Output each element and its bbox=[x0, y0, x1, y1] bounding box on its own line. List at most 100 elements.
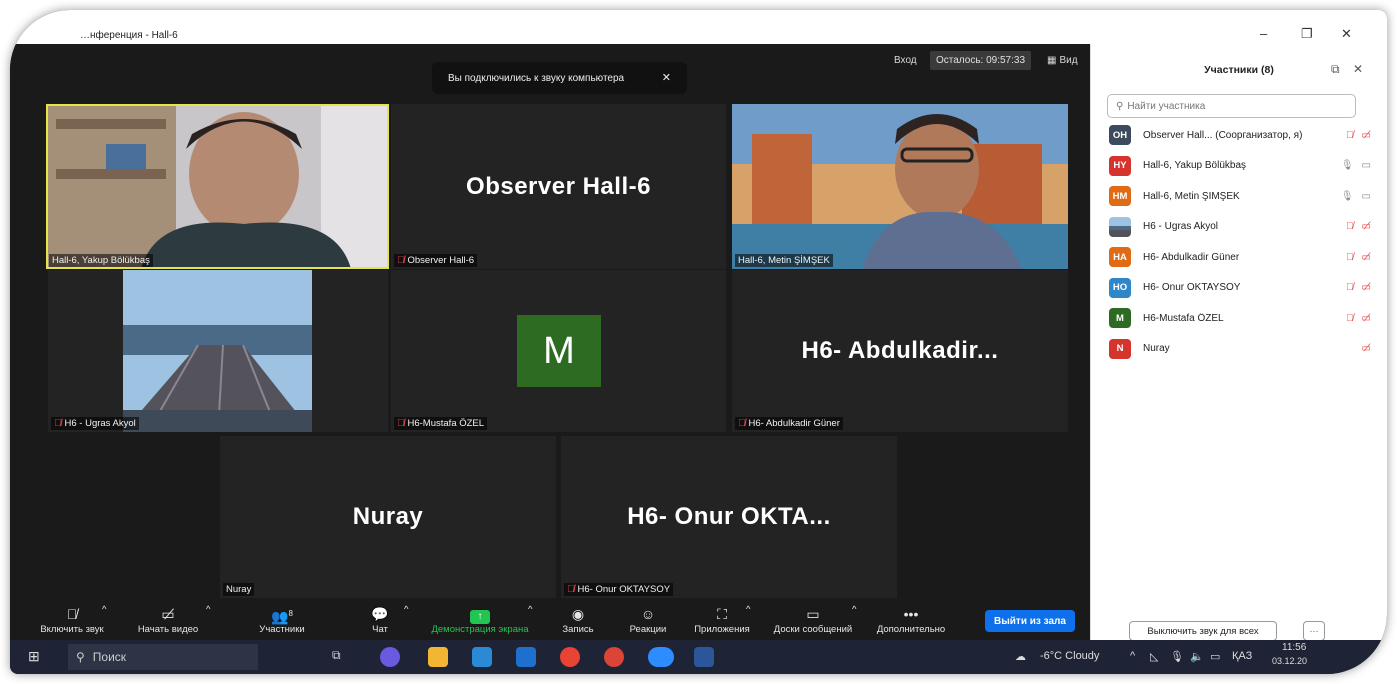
avatar: M bbox=[517, 315, 601, 387]
tray-chevron-icon[interactable]: ^ bbox=[1130, 650, 1135, 662]
video-tile-observer[interactable]: Observer Hall-6 🎙̸ Observer Hall-6 bbox=[391, 104, 726, 269]
video-icon: ▭ bbox=[1361, 160, 1371, 171]
participant-row[interactable]: N Nuray ▭̸ bbox=[1109, 338, 1371, 360]
volume-icon[interactable]: 🔈 bbox=[1190, 650, 1204, 663]
video-tile-nuray[interactable]: Nuray Nuray bbox=[220, 436, 556, 598]
share-options-caret[interactable]: ^ bbox=[528, 604, 532, 615]
chat-options-caret[interactable]: ^ bbox=[404, 604, 408, 615]
participant-row[interactable]: OH Observer Hall... (Соорганизатор, я) 🎙̸ ▭… bbox=[1109, 124, 1371, 146]
participants-button[interactable]: 👥8 Участники bbox=[246, 604, 318, 635]
avatar: HY bbox=[1109, 155, 1131, 176]
avatar: HA bbox=[1109, 247, 1131, 267]
participant-row[interactable]: M H6-Mustafa ÖZEL 🎙̸ ▭̸ bbox=[1109, 307, 1371, 329]
weather-icon[interactable]: ☁ bbox=[1015, 650, 1026, 663]
popout-icon[interactable]: ⧉ bbox=[1331, 62, 1340, 77]
participant-status: ▭̸ bbox=[1362, 343, 1371, 354]
clock-time[interactable]: 11:56 bbox=[1282, 642, 1306, 653]
weather-text[interactable]: -6°C Cloudy bbox=[1040, 650, 1099, 662]
mic-icon[interactable]: 🎙 bbox=[1170, 650, 1184, 663]
close-button[interactable]: ✕ bbox=[1341, 26, 1352, 42]
video-tile-onur[interactable]: H6- Onur OKTA... 🎙̸ H6- Onur OKTAYSOY bbox=[561, 436, 897, 598]
enter-button[interactable]: Вход bbox=[894, 55, 917, 66]
mail-icon[interactable] bbox=[516, 647, 536, 667]
view-button[interactable]: ▦ Вид bbox=[1047, 55, 1078, 66]
participant-name: H6- Onur OKTAYSOY bbox=[1143, 282, 1241, 293]
start-video-button[interactable]: ▭̸ Начать видео bbox=[130, 604, 206, 635]
whiteboards-button[interactable]: ▭ Доски сообщений bbox=[766, 604, 860, 635]
unmute-button[interactable]: 🎙̸ Включить звук bbox=[34, 604, 110, 635]
mic-muted-icon: 🎙̸ bbox=[1346, 282, 1354, 293]
zoom-icon[interactable] bbox=[648, 647, 674, 667]
view-label: Вид bbox=[1059, 55, 1078, 66]
smiley-icon: ☺ bbox=[640, 606, 656, 622]
minimize-button[interactable]: – bbox=[1260, 26, 1267, 41]
search-placeholder: Найти участника bbox=[1127, 100, 1206, 112]
video-tile-mustafa[interactable]: M 🎙̸ H6-Mustafa ÖZEL bbox=[391, 270, 726, 432]
audio-connected-toast: Вы подключились к звуку компьютера ✕ bbox=[432, 62, 687, 94]
avatar bbox=[1109, 216, 1131, 237]
participant-row[interactable]: H6 - Ugras Akyol 🎙̸ ▭̸ bbox=[1109, 216, 1371, 238]
tile-label: 🎙̸ H6 - Ugras Akyol bbox=[51, 417, 139, 430]
start-video-label: Начать видео bbox=[137, 624, 199, 635]
window-title: …нференция - Hall-6 bbox=[80, 30, 178, 41]
share-screen-label: Демонстрация экрана bbox=[431, 624, 529, 635]
word-icon[interactable] bbox=[694, 647, 714, 667]
close-icon[interactable]: ✕ bbox=[1353, 62, 1363, 76]
participant-status: 🎙̸ ▭̸ bbox=[1346, 130, 1371, 141]
participant-row[interactable]: HO H6- Onur OKTAYSOY 🎙̸ ▭̸ bbox=[1109, 277, 1371, 299]
close-icon[interactable]: ✕ bbox=[662, 71, 671, 84]
participant-row[interactable]: HA H6- Abdulkadir Güner 🎙̸ ▭̸ bbox=[1109, 246, 1371, 268]
apps-options-caret[interactable]: ^ bbox=[746, 604, 750, 615]
windows-taskbar: ⊞ ⚲ Поиск ⧉ ☁ -6°C Cloudy ^ ◺ 🎙 🔈 ▭ ҚАЗ … bbox=[10, 640, 1387, 674]
record-label: Запись bbox=[562, 624, 594, 635]
mic-muted-icon: 🎙̸ bbox=[1346, 312, 1354, 324]
video-options-caret[interactable]: ^ bbox=[206, 604, 210, 615]
mic-icon: 🎙 bbox=[1340, 160, 1354, 171]
mic-muted-icon: 🎙̸ bbox=[54, 418, 62, 429]
participant-row[interactable]: HY Hall-6, Yakup Bölükbaş 🎙 ▭ bbox=[1109, 155, 1371, 177]
windows-start-icon[interactable]: ⊞ bbox=[28, 648, 40, 665]
file-explorer-icon[interactable] bbox=[428, 647, 448, 667]
record-button[interactable]: ◉ Запись bbox=[555, 604, 601, 635]
tile-name: H6-Mustafa ÖZEL bbox=[407, 418, 485, 429]
video-tile-yakup[interactable]: Hall-6, Yakup Bölükbaş bbox=[46, 104, 389, 269]
tile-name: H6 - Ugras Akyol bbox=[64, 418, 136, 429]
language-indicator[interactable]: ҚАЗ bbox=[1232, 650, 1252, 662]
whiteboard-options-caret[interactable]: ^ bbox=[852, 604, 856, 615]
store-icon[interactable] bbox=[472, 647, 492, 667]
participant-name: H6- Abdulkadir Güner bbox=[1143, 251, 1240, 263]
mic-muted-icon: 🎙̸ bbox=[567, 584, 575, 595]
video-tile-metin[interactable]: Hall-6, Metin ŞİMŞEK bbox=[732, 104, 1068, 269]
search-icon: ⚲ bbox=[1116, 100, 1124, 112]
participant-status: 🎙̸ ▭̸ bbox=[1346, 221, 1371, 232]
clock-date[interactable]: 03.12.20 bbox=[1272, 656, 1307, 666]
video-off-icon: ▭̸ bbox=[1361, 251, 1371, 263]
video-tile-ugras[interactable]: 🎙̸ H6 - Ugras Akyol bbox=[48, 270, 388, 432]
reactions-button[interactable]: ☺ Реакции bbox=[620, 604, 676, 635]
participant-search-input[interactable]: ⚲ Найти участника bbox=[1107, 94, 1356, 118]
teams-app-icon[interactable] bbox=[380, 647, 400, 667]
chrome-icon[interactable] bbox=[560, 647, 580, 667]
task-view-icon[interactable]: ⧉ bbox=[332, 648, 341, 663]
grid-icon: ▦ bbox=[1047, 55, 1057, 66]
participant-name: Observer Hall... (Соорганизатор, я) bbox=[1143, 129, 1303, 141]
maximize-button[interactable]: ❐ bbox=[1301, 26, 1313, 42]
more-button[interactable]: ••• Дополнительно bbox=[870, 604, 952, 635]
video-tile-abdulkadir[interactable]: H6- Abdulkadir... 🎙̸ H6- Abdulkadir Güne… bbox=[732, 270, 1068, 432]
mute-all-button[interactable]: Выключить звук для всех bbox=[1129, 621, 1277, 641]
chrome-profile-icon[interactable] bbox=[604, 647, 624, 667]
battery-icon[interactable]: ▭ bbox=[1210, 650, 1220, 663]
network-icon[interactable]: ◺ bbox=[1150, 650, 1158, 663]
share-screen-button[interactable]: ↑ Демонстрация экрана bbox=[422, 604, 538, 635]
audio-options-caret[interactable]: ^ bbox=[102, 604, 106, 615]
panel-more-button[interactable]: ··· bbox=[1303, 621, 1325, 641]
participant-row[interactable]: HM Hall-6, Metin ŞİMŞEK 🎙 ▭ bbox=[1109, 185, 1371, 207]
whiteboard-icon: ▭ bbox=[806, 606, 820, 622]
tile-label: Nuray bbox=[223, 583, 255, 596]
tile-name: H6- Onur OKTAYSOY bbox=[577, 584, 671, 595]
leave-button[interactable]: Выйти из зала bbox=[985, 610, 1075, 632]
taskbar-search[interactable]: ⚲ Поиск bbox=[68, 644, 258, 670]
participant-name: Nuray bbox=[1143, 343, 1170, 354]
mic-muted-icon: 🎙̸ bbox=[738, 418, 746, 429]
chat-button[interactable]: 💬 Чат bbox=[362, 604, 398, 635]
